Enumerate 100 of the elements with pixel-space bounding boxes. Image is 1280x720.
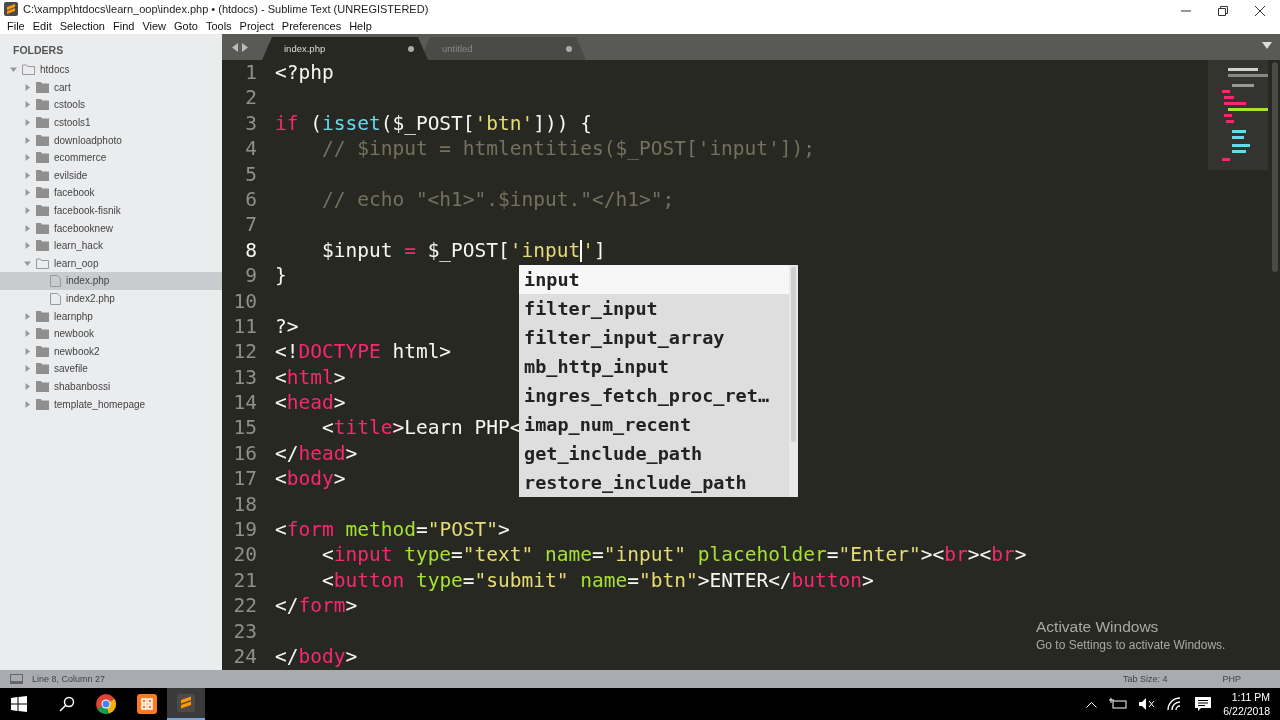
tree-item[interactable]: index.php xyxy=(0,272,222,290)
tree-item[interactable]: shabanbossi xyxy=(0,377,222,396)
tree-item[interactable]: ecommerce xyxy=(0,148,222,167)
code-line: $input = $_POST['input'] xyxy=(320,237,606,264)
collapsed-arrow-icon[interactable] xyxy=(24,189,31,197)
tree-item[interactable]: downloadphoto xyxy=(0,131,222,149)
collapsed-arrow-icon[interactable] xyxy=(24,171,31,179)
collapsed-arrow-icon[interactable] xyxy=(24,330,31,338)
folder-icon xyxy=(36,169,49,181)
code-line: </form> xyxy=(275,593,358,619)
tree-item[interactable]: index2.php xyxy=(0,289,222,308)
collapsed-arrow-icon[interactable] xyxy=(24,365,31,373)
minimap-drawing[interactable] xyxy=(1208,60,1268,170)
autocomplete-item[interactable]: ingres_fetch_proc_ret… xyxy=(519,381,789,410)
collapsed-arrow-icon[interactable] xyxy=(24,242,31,250)
collapsed-arrow-icon[interactable] xyxy=(24,224,31,232)
autocomplete-item[interactable]: filter_input xyxy=(519,294,789,323)
tab-size[interactable]: Tab Size: 4 xyxy=(1122,674,1168,684)
syntax-label[interactable]: PHP xyxy=(1222,674,1241,684)
line-number: 14 xyxy=(232,390,257,416)
tree-item[interactable]: cstools xyxy=(0,96,222,114)
collapsed-arrow-icon[interactable] xyxy=(24,312,31,320)
tree-item[interactable]: newbook2 xyxy=(0,342,222,361)
code-line: // echo "<h1>".$input."</h1>"; xyxy=(320,186,675,213)
tree-item[interactable]: facebook xyxy=(0,184,222,202)
collapsed-arrow-icon[interactable] xyxy=(24,400,31,408)
folder-icon xyxy=(36,345,49,357)
tree-item[interactable]: evilside xyxy=(0,166,222,185)
menu-item[interactable]: Goto xyxy=(170,20,202,32)
scrollbar[interactable] xyxy=(791,267,796,442)
collapsed-arrow-icon[interactable] xyxy=(24,154,31,162)
tree-item[interactable]: learnphp xyxy=(0,307,222,325)
tree-item[interactable]: learn_hack xyxy=(0,236,222,255)
notification-icon[interactable] xyxy=(1195,696,1212,712)
menu-item[interactable]: File xyxy=(3,20,29,32)
menu-item[interactable]: Project xyxy=(235,20,278,32)
collapsed-arrow-icon[interactable] xyxy=(24,347,31,355)
expanded-arrow-icon[interactable] xyxy=(24,259,31,267)
collapsed-arrow-icon[interactable] xyxy=(24,101,31,109)
tree-item[interactable]: facebook-fisnik xyxy=(0,201,222,220)
menu-item[interactable]: Preferences xyxy=(277,20,346,32)
folder-icon xyxy=(36,205,49,217)
battery-icon[interactable] xyxy=(1109,698,1128,710)
tree-item[interactable]: htdocs xyxy=(0,61,222,79)
browser-icon[interactable] xyxy=(96,694,116,714)
tree-item[interactable]: newbook xyxy=(0,324,222,343)
chevron-up-icon[interactable] xyxy=(1086,700,1098,708)
menu-item[interactable]: Find xyxy=(108,20,139,32)
code-line: <!DOCTYPE html> xyxy=(275,339,452,365)
tab-label: index.php xyxy=(284,43,326,54)
line-number: 8 xyxy=(244,237,257,264)
time: 1:11 PM xyxy=(1231,690,1270,704)
search-icon[interactable] xyxy=(59,696,75,712)
menu-item[interactable]: Help xyxy=(345,20,376,32)
autocomplete-item[interactable]: restore_include_path xyxy=(519,468,789,497)
windows-start-icon[interactable] xyxy=(11,696,27,712)
expanded-arrow-icon[interactable] xyxy=(10,66,17,74)
collapsed-arrow-icon[interactable] xyxy=(24,383,31,390)
restore-icon[interactable] xyxy=(1218,6,1228,16)
menu-item[interactable]: Tools xyxy=(201,20,236,32)
autocomplete-item[interactable]: input xyxy=(519,265,789,294)
autocomplete-item[interactable]: imap_num_recent xyxy=(519,410,789,439)
tree-item[interactable]: template_homepage xyxy=(0,395,222,413)
autocomplete-item[interactable]: mb_http_input xyxy=(519,352,789,381)
tree-item[interactable]: cart xyxy=(0,78,222,97)
clock[interactable]: 1:11 PM 6/22/2018 xyxy=(1217,690,1280,718)
collapsed-arrow-icon[interactable] xyxy=(24,119,31,127)
scrollbar[interactable] xyxy=(1272,62,1278,272)
menu-item[interactable]: Edit xyxy=(28,20,56,32)
tab-navigation-arrows-icon[interactable] xyxy=(232,42,248,52)
autocomplete-item[interactable]: get_include_path xyxy=(519,439,789,468)
close-icon[interactable] xyxy=(1255,6,1265,16)
tree-item[interactable]: cstools1 xyxy=(0,113,222,132)
file-tab[interactable]: index.php xyxy=(262,37,428,60)
tree-item[interactable]: facebooknew xyxy=(0,219,222,237)
mute-icon[interactable] xyxy=(1139,698,1156,710)
menu-item[interactable]: View xyxy=(138,20,171,32)
panel-icon[interactable] xyxy=(10,674,23,684)
tree-item-label: shabanbossi xyxy=(54,381,111,392)
taskbar-app-button[interactable] xyxy=(167,688,205,720)
menu-item[interactable]: Selection xyxy=(55,20,109,32)
folder-icon xyxy=(36,381,49,392)
control-panel-icon[interactable] xyxy=(137,694,157,714)
folder-icon xyxy=(22,64,35,76)
collapsed-arrow-icon[interactable] xyxy=(24,83,31,91)
line-number: 1 xyxy=(244,60,257,86)
line-number: 23 xyxy=(232,618,257,644)
collapsed-arrow-icon[interactable] xyxy=(24,207,31,215)
tree-item[interactable]: learn_oop xyxy=(0,254,222,273)
code-line: <head> xyxy=(275,390,346,416)
code-line: <form method="POST"> xyxy=(275,517,510,543)
app-logo-icon xyxy=(177,694,195,712)
file-icon xyxy=(50,274,61,287)
tree-item-label: template_homepage xyxy=(54,398,146,410)
tree-item[interactable]: savefile xyxy=(0,360,222,378)
dropdown-icon[interactable] xyxy=(1262,42,1272,49)
folder-icon xyxy=(36,152,49,164)
collapsed-arrow-icon[interactable] xyxy=(24,136,31,144)
autocomplete-item[interactable]: filter_input_array xyxy=(519,323,789,352)
line-number: 24 xyxy=(232,644,257,670)
